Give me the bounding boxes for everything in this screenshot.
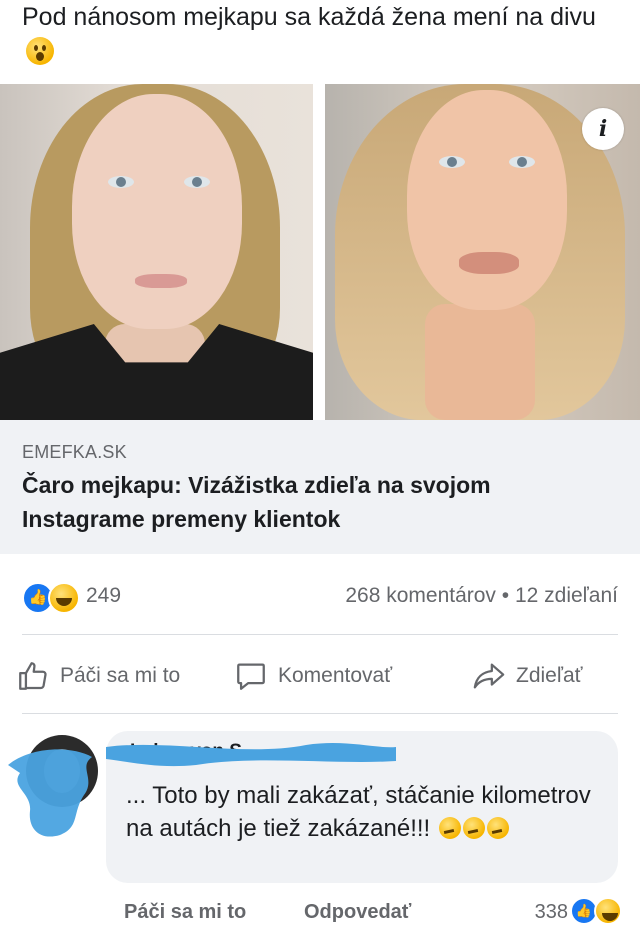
link-preview-box[interactable]: EMEFKA.SK Čaro mejkapu: Vizážistka zdieľ…	[0, 420, 640, 554]
comment-like-button[interactable]: Páči sa mi to	[124, 901, 246, 924]
comment-button[interactable]: Komentovať	[234, 660, 392, 692]
comment-actions: Páči sa mi to Odpovedať 338 👍	[124, 897, 624, 931]
comment-reply-button[interactable]: Odpovedať	[304, 901, 411, 924]
comment-reaction-icons[interactable]: 👍	[570, 897, 624, 927]
name-scribble	[106, 743, 396, 767]
comment: Lukas von S... ... Toto by mali zakázať,…	[0, 725, 640, 938]
link-preview-image[interactable]: i	[0, 84, 640, 420]
divider	[22, 634, 618, 635]
post-stats: 👍 249 268 komentárov • 12 zdieľaní	[0, 572, 640, 620]
after-photo: i	[325, 84, 640, 420]
post-text: Pod nánosom mejkapu sa každá žena mení n…	[22, 0, 622, 68]
comment-button-label: Komentovať	[278, 664, 393, 687]
share-icon	[473, 663, 505, 689]
avatar-scribble	[8, 749, 92, 837]
share-button[interactable]: Zdieľať	[472, 660, 583, 692]
thumbs-up-icon	[19, 662, 47, 690]
haha-reaction-icon	[594, 897, 622, 925]
reaction-icons[interactable]: 👍	[22, 582, 82, 614]
thinking-face-icon	[462, 817, 485, 839]
comment-text-content: ... Toto by mali zakázať, stáčanie kilom…	[126, 782, 591, 842]
like-button[interactable]: Páči sa mi to	[16, 660, 180, 692]
post-actions: Páči sa mi to Komentovať Zdieľať	[0, 640, 640, 710]
before-photo	[0, 84, 313, 420]
share-button-label: Zdieľať	[516, 664, 583, 687]
comment-reaction-count[interactable]: 338	[535, 901, 568, 924]
comment-text: ... Toto by mali zakázať, stáčanie kilom…	[126, 779, 596, 845]
post-text-content: Pod nánosom mejkapu sa každá žena mení n…	[22, 3, 596, 31]
thinking-face-icon	[438, 817, 461, 839]
comments-shares-count[interactable]: 268 komentárov • 12 zdieľaní	[345, 584, 618, 608]
info-icon[interactable]: i	[582, 108, 624, 150]
reaction-count[interactable]: 249	[86, 584, 121, 608]
thinking-face-icon	[486, 817, 509, 839]
link-title[interactable]: Čaro mejkapu: Vizážistka zdieľa na svojo…	[22, 468, 612, 536]
divider	[22, 713, 618, 714]
like-button-label: Páči sa mi to	[60, 664, 181, 687]
comment-bubble: Lukas von S... ... Toto by mali zakázať,…	[106, 731, 618, 883]
astonished-emoji-icon	[26, 37, 54, 65]
link-domain: EMEFKA.SK	[22, 442, 127, 462]
haha-reaction-icon	[48, 582, 80, 614]
comment-icon	[237, 663, 265, 690]
